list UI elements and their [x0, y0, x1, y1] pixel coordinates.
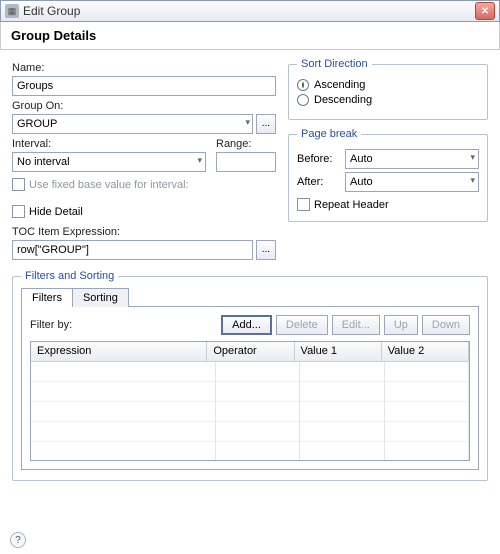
- filter-by-label: Filter by:: [30, 319, 217, 331]
- sort-direction-group: Sort Direction Ascending Descending: [288, 58, 488, 120]
- col-value1[interactable]: Value 1: [295, 342, 382, 361]
- name-input[interactable]: [12, 76, 276, 96]
- after-select[interactable]: Auto: [345, 172, 479, 192]
- down-button[interactable]: Down: [422, 315, 470, 335]
- ascending-radio[interactable]: [297, 79, 309, 91]
- edit-button[interactable]: Edit...: [332, 315, 380, 335]
- interval-label: Interval:: [12, 138, 206, 150]
- toc-label: TOC Item Expression:: [12, 226, 276, 238]
- tab-filters[interactable]: Filters: [21, 288, 73, 307]
- hide-detail-checkbox[interactable]: [12, 205, 25, 218]
- toc-browse-button[interactable]: ...: [256, 240, 276, 260]
- name-label: Name:: [12, 62, 276, 74]
- interval-select[interactable]: No interval: [12, 152, 206, 172]
- filters-grid[interactable]: Expression Operator Value 1 Value 2: [30, 341, 470, 461]
- descending-radio[interactable]: [297, 94, 309, 106]
- window-title: Edit Group: [23, 4, 475, 18]
- range-label: Range:: [216, 138, 276, 150]
- fixed-base-label: Use fixed base value for interval:: [29, 179, 189, 191]
- delete-button[interactable]: Delete: [276, 315, 328, 335]
- fixed-base-checkbox[interactable]: [12, 178, 25, 191]
- page-title: Group Details: [11, 28, 489, 43]
- filters-sorting-group: Filters and Sorting Filters Sorting Filt…: [12, 270, 488, 481]
- close-button[interactable]: ✕: [475, 2, 495, 20]
- sort-legend: Sort Direction: [297, 58, 372, 70]
- page-break-legend: Page break: [297, 128, 361, 140]
- group-on-select[interactable]: GROUP: [12, 114, 253, 134]
- help-icon[interactable]: ?: [10, 532, 26, 548]
- filters-legend: Filters and Sorting: [21, 270, 118, 282]
- toc-input[interactable]: [12, 240, 253, 260]
- page-break-group: Page break Before: Auto ▾ After: Auto ▾: [288, 128, 488, 222]
- before-label: Before:: [297, 153, 339, 165]
- tab-sorting[interactable]: Sorting: [72, 288, 129, 307]
- ascending-label: Ascending: [314, 79, 365, 91]
- repeat-header-checkbox[interactable]: [297, 198, 310, 211]
- group-on-label: Group On:: [12, 100, 276, 112]
- up-button[interactable]: Up: [384, 315, 418, 335]
- window-icon: ▦: [5, 4, 19, 18]
- col-value2[interactable]: Value 2: [382, 342, 469, 361]
- add-button[interactable]: Add...: [221, 315, 272, 335]
- section-header: Group Details: [0, 22, 500, 50]
- before-select[interactable]: Auto: [345, 149, 479, 169]
- col-expression[interactable]: Expression: [31, 342, 207, 361]
- after-label: After:: [297, 176, 339, 188]
- group-on-browse-button[interactable]: ...: [256, 114, 276, 134]
- hide-detail-label: Hide Detail: [29, 206, 83, 218]
- descending-label: Descending: [314, 94, 372, 106]
- col-operator[interactable]: Operator: [207, 342, 294, 361]
- repeat-header-label: Repeat Header: [314, 199, 389, 211]
- range-input[interactable]: [216, 152, 276, 172]
